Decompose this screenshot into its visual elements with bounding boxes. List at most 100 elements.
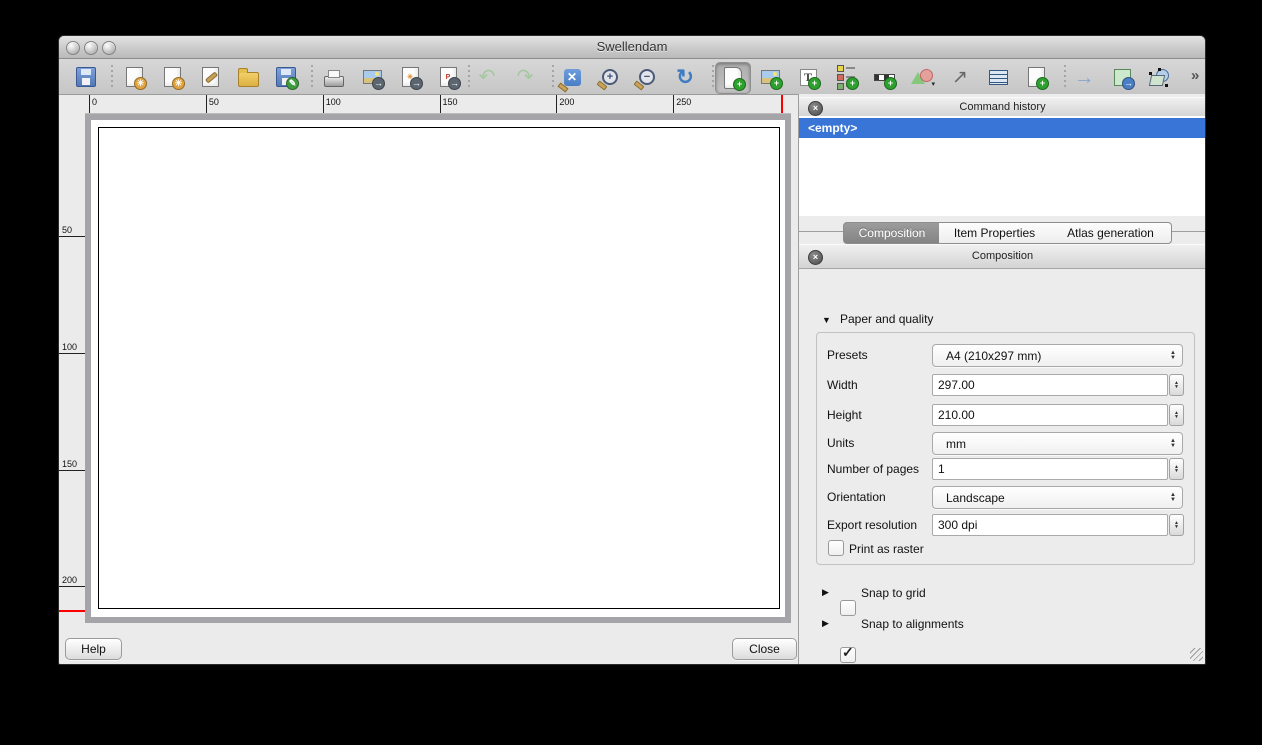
add-new-map-button[interactable]: + — [715, 62, 751, 94]
export-as-image-icon: → — [360, 65, 384, 89]
zoom-out-button[interactable]: − — [630, 62, 664, 92]
toolbar: » ✳✳✎→✳→P→↶↷✕+−↻++T+++▾↗+→→ — [59, 59, 1205, 95]
width-label: Width — [827, 378, 858, 392]
bluearrow-badge-icon: → — [1122, 77, 1135, 90]
export-as-svg-button[interactable]: ✳→ — [393, 62, 427, 92]
composition-manager-icon — [198, 65, 222, 89]
add-attribute-table-button[interactable] — [981, 62, 1015, 92]
resolution-stepper[interactable]: ▲▼ — [1169, 514, 1184, 536]
new-composition-icon: ✳ — [122, 65, 146, 89]
save-icon — [74, 65, 98, 89]
resolution-value: 300 dpi — [933, 518, 977, 532]
select-move-item-button[interactable] — [1143, 62, 1177, 92]
save-button[interactable] — [69, 62, 103, 92]
zoom-in-button[interactable]: + — [593, 62, 627, 92]
export-badge-icon: → — [410, 77, 423, 90]
snap-align-checkbox[interactable]: ✓ — [840, 647, 856, 663]
add-badge-icon: + — [1036, 77, 1049, 90]
select-move-item-icon — [1148, 65, 1172, 89]
add-image-button[interactable]: + — [753, 62, 787, 92]
add-label-button[interactable]: T+ — [791, 62, 825, 92]
move-item-button[interactable]: → — [1105, 62, 1139, 92]
export-as-pdf-button[interactable]: P→ — [431, 62, 465, 92]
height-value: 210.00 — [933, 408, 975, 422]
snap-align-disclosure-icon[interactable]: ▶ — [822, 618, 829, 629]
add-basic-shape-button[interactable]: ▾ — [905, 62, 939, 92]
export-as-image-button[interactable]: → — [355, 62, 389, 92]
width-input[interactable]: 297.00 — [932, 374, 1168, 396]
move-item-content-button[interactable]: → — [1067, 62, 1101, 92]
combo-down-icon: ▼ — [1170, 498, 1176, 503]
add-image-icon: + — [758, 65, 782, 89]
print-as-raster-label: Print as raster — [849, 542, 924, 556]
command-history-close-icon[interactable]: × — [808, 101, 823, 116]
presets-select[interactable]: A4 (210x297 mm) ▲▼ — [932, 344, 1183, 367]
tabline-right — [1171, 231, 1206, 232]
redo-button[interactable]: ↷ — [508, 62, 542, 92]
orientation-select[interactable]: Landscape ▲▼ — [932, 486, 1183, 509]
tab-atlas-generation[interactable]: Atlas generation — [1050, 222, 1172, 244]
width-stepper[interactable]: ▲▼ — [1169, 374, 1184, 396]
zoom-window-button[interactable] — [102, 41, 116, 55]
load-from-template-button[interactable] — [231, 62, 265, 92]
composition-canvas[interactable] — [85, 114, 791, 623]
add-html-frame-button[interactable]: + — [1019, 62, 1053, 92]
resolution-input[interactable]: 300 dpi — [932, 514, 1168, 536]
snap-grid-checkbox[interactable] — [840, 600, 856, 616]
pages-input[interactable]: 1 — [932, 458, 1168, 480]
minimize-window-button[interactable] — [84, 41, 98, 55]
vruler-tick — [59, 236, 85, 237]
height-input[interactable]: 210.00 — [932, 404, 1168, 426]
command-history-item[interactable]: <empty> — [799, 118, 1206, 138]
tab-composition[interactable]: Composition — [843, 222, 941, 244]
presets-label: Presets — [827, 348, 868, 362]
hruler-tick-label: 250 — [676, 97, 691, 107]
vruler-tick-label: 50 — [62, 225, 72, 235]
composer-window: Swellendam » ✳✳✎→✳→P→↶↷✕+−↻++T+++▾↗+→→ 0… — [58, 35, 1206, 665]
paper-quality-disclosure-icon[interactable]: ▼ — [822, 315, 831, 325]
toolbar-overflow-button[interactable]: » — [1191, 67, 1199, 84]
presets-value: A4 (210x297 mm) — [933, 349, 1041, 363]
print-as-raster-checkbox[interactable] — [828, 540, 844, 556]
duplicate-composition-button[interactable]: ✳ — [155, 62, 189, 92]
add-scalebar-icon: + — [872, 65, 896, 89]
close-button[interactable]: Close — [732, 638, 797, 660]
units-select[interactable]: mm ▲▼ — [932, 432, 1183, 455]
paper-page[interactable] — [98, 127, 780, 609]
command-history-title: Command history — [799, 98, 1206, 117]
help-button[interactable]: Help — [65, 638, 122, 660]
width-value: 297.00 — [933, 378, 975, 392]
add-scalebar-button[interactable]: + — [867, 62, 901, 92]
composition-manager-button[interactable] — [193, 62, 227, 92]
save-as-template-button[interactable]: ✎ — [269, 62, 303, 92]
zoom-full-extent-icon: ✕ — [560, 65, 584, 89]
snap-align-label: Snap to alignments — [861, 617, 964, 631]
refresh-view-button[interactable]: ↻ — [668, 62, 702, 92]
tab-item-properties[interactable]: Item Properties — [939, 222, 1051, 244]
vruler-tick-label: 100 — [62, 342, 77, 352]
height-stepper[interactable]: ▲▼ — [1169, 404, 1184, 426]
pages-stepper[interactable]: ▲▼ — [1169, 458, 1184, 480]
zoom-full-extent-button[interactable]: ✕ — [555, 62, 589, 92]
title-bar[interactable]: Swellendam — [59, 36, 1205, 59]
undo-button[interactable]: ↶ — [470, 62, 504, 92]
right-dock: × Command history <empty> Composition It… — [798, 94, 1206, 664]
resolution-label: Export resolution — [827, 518, 917, 532]
add-html-frame-icon: + — [1024, 65, 1048, 89]
add-new-map-icon: + — [721, 66, 745, 90]
new-composition-button[interactable]: ✳ — [117, 62, 151, 92]
units-label: Units — [827, 436, 854, 450]
hruler-tick-label: 200 — [559, 97, 574, 107]
print-button[interactable] — [317, 62, 351, 92]
resize-grip[interactable] — [1190, 648, 1203, 661]
composition-close-icon[interactable]: × — [808, 250, 823, 265]
pencil-badge-icon: ✎ — [286, 77, 299, 90]
close-window-button[interactable] — [66, 41, 80, 55]
add-badge-icon: + — [808, 77, 821, 90]
add-basic-shape-icon: ▾ — [910, 65, 934, 89]
snap-grid-disclosure-icon[interactable]: ▶ — [822, 587, 829, 598]
add-arrow-button[interactable]: ↗ — [943, 62, 977, 92]
stepper-down-icon: ▼ — [1174, 469, 1179, 474]
add-legend-button[interactable]: + — [829, 62, 863, 92]
add-legend-icon: + — [834, 65, 858, 89]
